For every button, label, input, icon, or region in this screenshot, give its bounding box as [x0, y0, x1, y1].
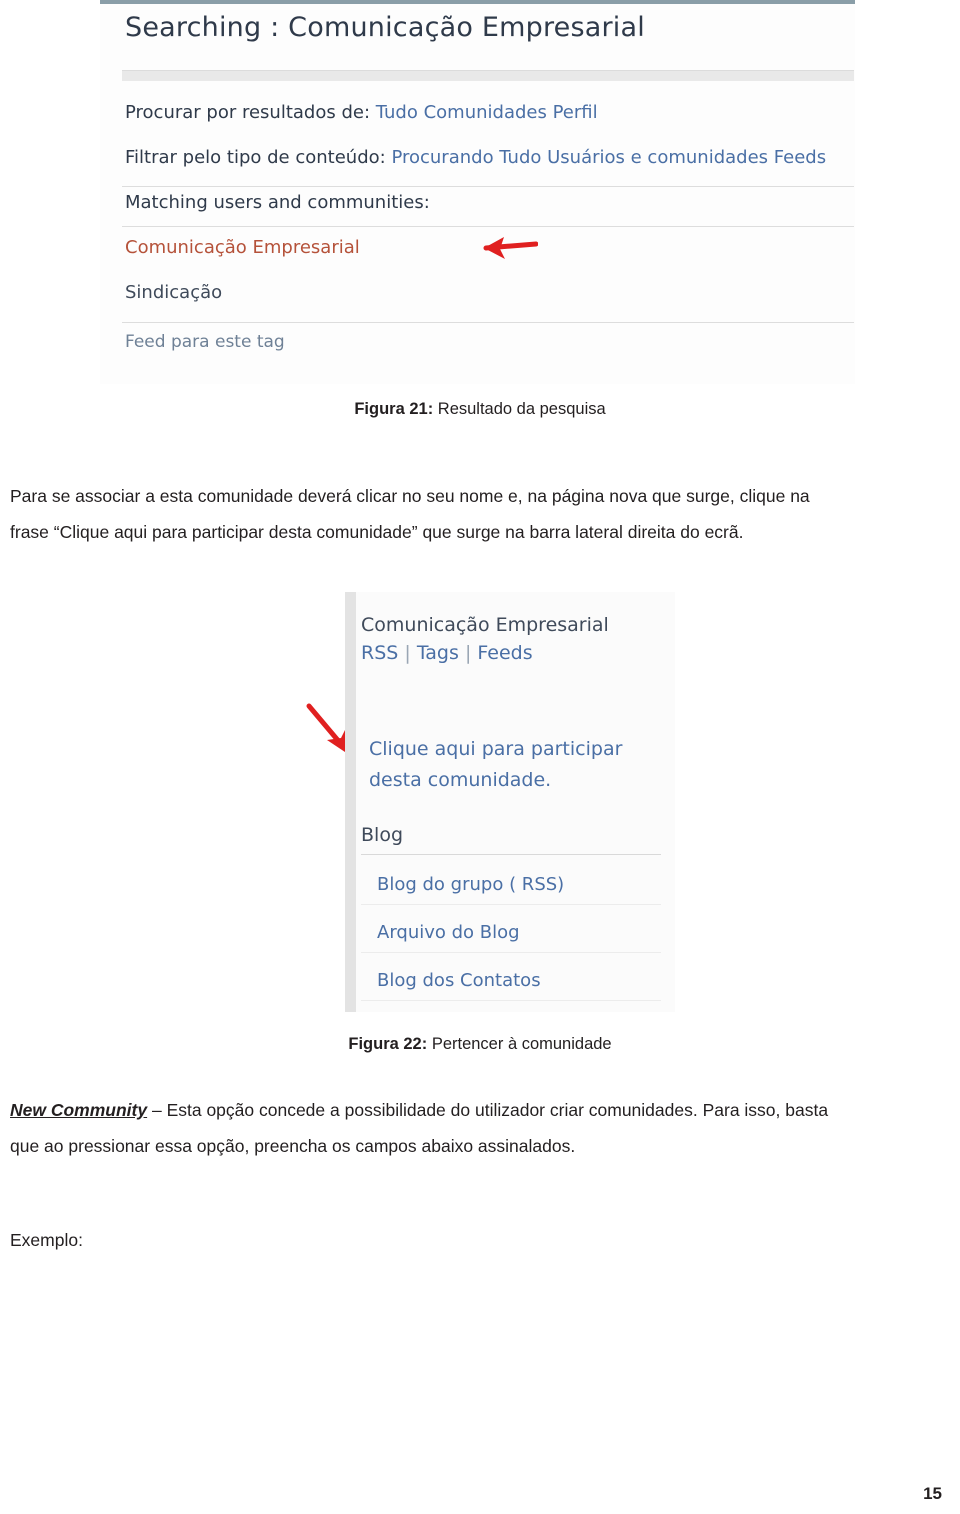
divider — [122, 226, 854, 227]
red-arrow-annotation-2 — [306, 703, 345, 752]
paragraph-line: frase “Clique aqui para participar desta… — [10, 522, 744, 542]
page-number: 15 — [923, 1484, 942, 1503]
feed-tag-link[interactable]: Feed para este tag — [125, 332, 285, 352]
community-nav-links: RSS | Tags | Feeds — [361, 642, 533, 664]
red-arrow-annotation-1 — [483, 237, 538, 259]
blog-section-header: Blog — [361, 824, 403, 846]
paragraph-line: New Community – Esta opção concede a pos… — [10, 1092, 950, 1128]
join-community-link[interactable]: Clique aqui para participar desta comuni… — [369, 734, 669, 796]
content-filter-row: Filtrar pelo tipo de conteúdo: Procurand… — [125, 147, 826, 168]
divider — [361, 904, 661, 905]
figure-21-caption: Figura 21: Resultado da pesquisa — [0, 400, 960, 419]
nav-separator: | — [404, 642, 411, 664]
paragraph-line: que ao pressionar essa opção, preencha o… — [10, 1136, 576, 1156]
community-result-link[interactable]: Comunicação Empresarial — [125, 237, 360, 258]
search-scope-links[interactable]: Tudo Comunidades Perfil — [376, 102, 598, 123]
list-item[interactable]: Blog do grupo ( RSS) — [377, 874, 564, 895]
matching-users-header: Matching users and communities: — [125, 192, 430, 213]
divider — [361, 854, 661, 855]
paragraph-new-community: New Community – Esta opção concede a pos… — [10, 1092, 950, 1164]
figure-21-caption-text: Resultado da pesquisa — [433, 400, 606, 418]
sidebar-edge-strip — [345, 592, 356, 1012]
toolbar-strip — [122, 70, 854, 81]
figure-22-caption-label: Figura 22: — [348, 1035, 428, 1053]
search-scope-label: Procurar por resultados de: — [125, 102, 371, 123]
search-page-title: Searching : Comunicação Empresarial — [125, 12, 645, 43]
content-filter-links[interactable]: Procurando Tudo Usuários e comunidades F… — [391, 147, 826, 168]
figure-21-caption-label: Figura 21: — [354, 400, 434, 418]
search-results-screenshot: Searching : Comunicação Empresarial Proc… — [100, 0, 855, 384]
syndication-header: Sindicação — [125, 282, 223, 303]
new-community-emphasis: New Community — [10, 1100, 148, 1120]
search-scope-row: Procurar por resultados de: Tudo Comunid… — [125, 102, 598, 123]
rss-link[interactable]: RSS — [361, 642, 398, 664]
paragraph-line: Exemplo: — [10, 1230, 83, 1250]
feeds-link[interactable]: Feeds — [477, 642, 532, 664]
figure-22-caption: Figura 22: Pertencer à comunidade — [0, 1035, 960, 1054]
paragraph-line-rest: – Esta opção concede a possibilidade do … — [147, 1100, 829, 1120]
figure-22-caption-text: Pertencer à comunidade — [427, 1035, 612, 1053]
community-title: Comunicação Empresarial — [361, 614, 609, 636]
divider — [361, 1000, 661, 1001]
list-item[interactable]: Blog dos Contatos — [377, 970, 541, 991]
divider — [122, 322, 854, 323]
content-filter-label: Filtrar pelo tipo de conteúdo: — [125, 147, 386, 168]
paragraph-example: Exemplo: — [10, 1222, 950, 1258]
tags-link[interactable]: Tags — [417, 642, 459, 664]
divider — [122, 186, 854, 187]
paragraph-line: Para se associar a esta comunidade dever… — [10, 486, 810, 506]
nav-separator: | — [464, 642, 472, 664]
community-sidebar-screenshot: Comunicação Empresarial RSS | Tags | Fee… — [345, 592, 675, 1012]
list-item[interactable]: Arquivo do Blog — [377, 922, 520, 943]
divider — [361, 952, 661, 953]
paragraph-associate-community: Para se associar a esta comunidade dever… — [10, 478, 950, 550]
